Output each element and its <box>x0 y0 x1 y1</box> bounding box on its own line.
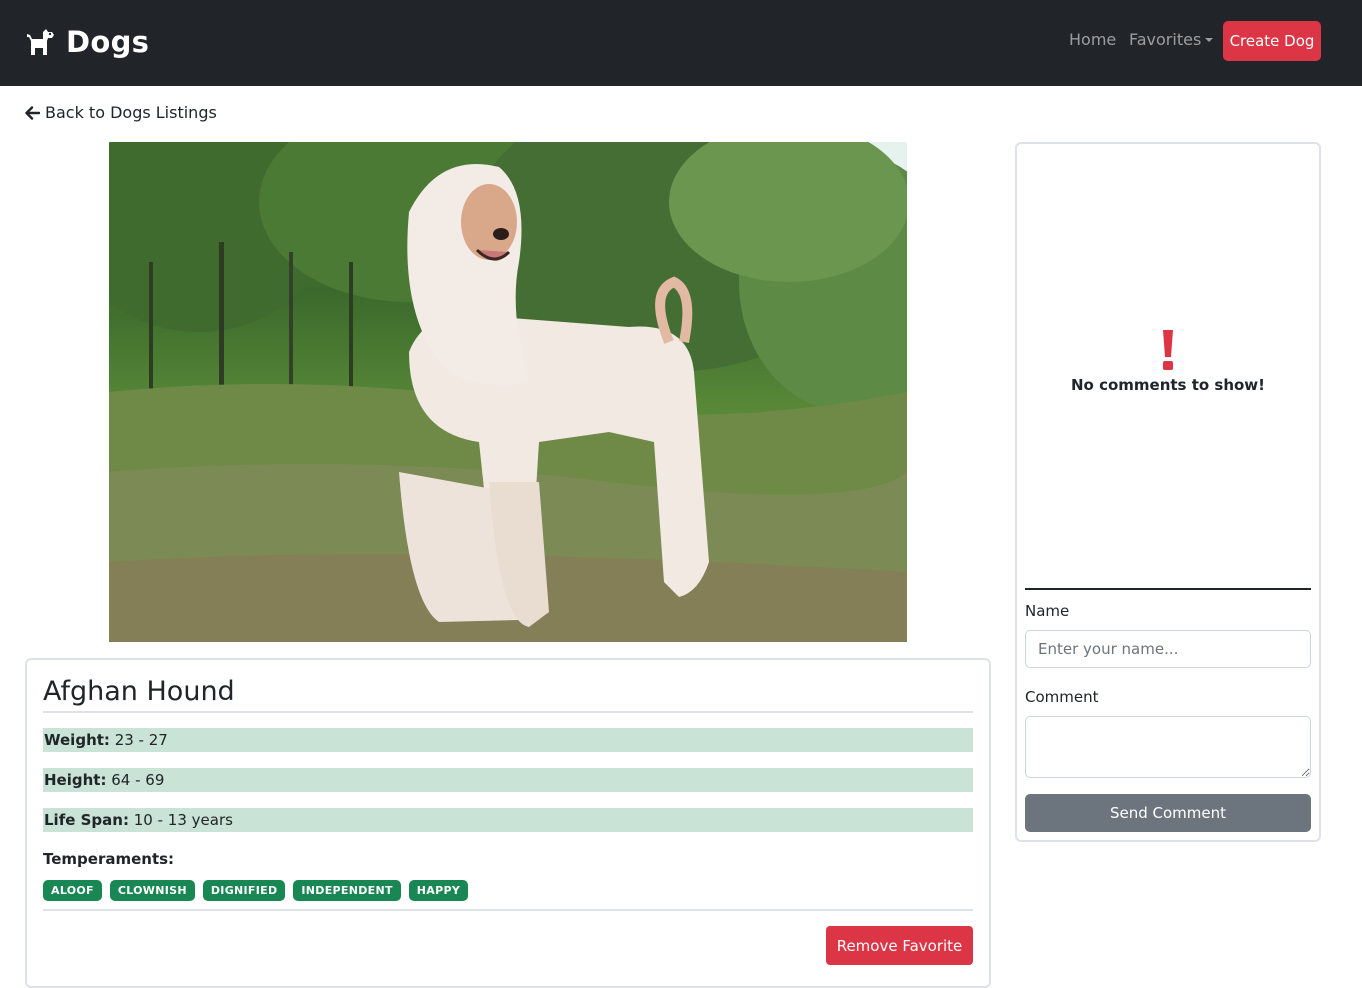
name-label: Name <box>1025 602 1070 620</box>
comment-label: Comment <box>1025 688 1099 706</box>
dog-icon <box>27 29 54 55</box>
name-input[interactable] <box>1025 630 1311 668</box>
weight-row: Weight: 23 - 27 <box>43 728 973 752</box>
temperament-badge: DIGNIFIED <box>202 880 286 901</box>
temperament-badge: CLOWNISH <box>109 880 195 901</box>
nav-favorites-dropdown[interactable]: Favorites <box>1129 30 1214 49</box>
dog-details-card: Afghan Hound Weight: 23 - 27 Height: 64 … <box>25 658 991 988</box>
exclamation-icon <box>1163 330 1173 370</box>
temperament-badge: HAPPY <box>408 880 469 901</box>
nav-home-link[interactable]: Home <box>1069 30 1116 49</box>
brand-name: Dogs <box>66 25 150 59</box>
back-link-label: Back to Dogs Listings <box>45 103 217 122</box>
create-dog-button[interactable]: Create Dog <box>1223 21 1321 61</box>
weight-label: Weight: <box>44 731 110 749</box>
temperament-badges: ALOOF CLOWNISH DIGNIFIED INDEPENDENT HAP… <box>43 880 469 902</box>
caret-down-icon <box>1205 38 1214 42</box>
dog-photo-illustration <box>109 142 907 642</box>
nav-favorites-label: Favorites <box>1129 30 1202 49</box>
comments-card: No comments to show! Name Comment Send C… <box>1015 142 1321 842</box>
height-value: 64 - 69 <box>111 771 165 789</box>
comments-divider <box>1025 588 1311 590</box>
temperaments-label: Temperaments: <box>43 850 175 868</box>
life-span-row: Life Span: 10 - 13 years <box>43 808 973 832</box>
temperament-badge: ALOOF <box>43 880 102 901</box>
temperament-badge: INDEPENDENT <box>293 880 401 901</box>
brand-link[interactable]: Dogs <box>26 22 149 62</box>
top-navbar: Dogs Home Favorites Create Dog <box>0 0 1362 86</box>
dog-photo <box>109 142 907 642</box>
comment-textarea[interactable] <box>1025 716 1311 778</box>
badges-divider <box>43 909 973 911</box>
title-divider <box>43 711 973 713</box>
back-to-listings-link[interactable]: Back to Dogs Listings <box>25 103 217 122</box>
weight-value: 23 - 27 <box>114 731 168 749</box>
height-label: Height: <box>44 771 107 789</box>
life-span-label: Life Span: <box>44 811 129 829</box>
arrow-left-icon <box>25 105 40 120</box>
breed-name: Afghan Hound <box>43 676 235 707</box>
send-comment-button[interactable]: Send Comment <box>1025 794 1311 832</box>
height-row: Height: 64 - 69 <box>43 768 973 792</box>
life-span-value: 10 - 13 years <box>133 811 233 829</box>
remove-favorite-button[interactable]: Remove Favorite <box>826 926 973 965</box>
no-comments-text: No comments to show! <box>1070 376 1266 394</box>
